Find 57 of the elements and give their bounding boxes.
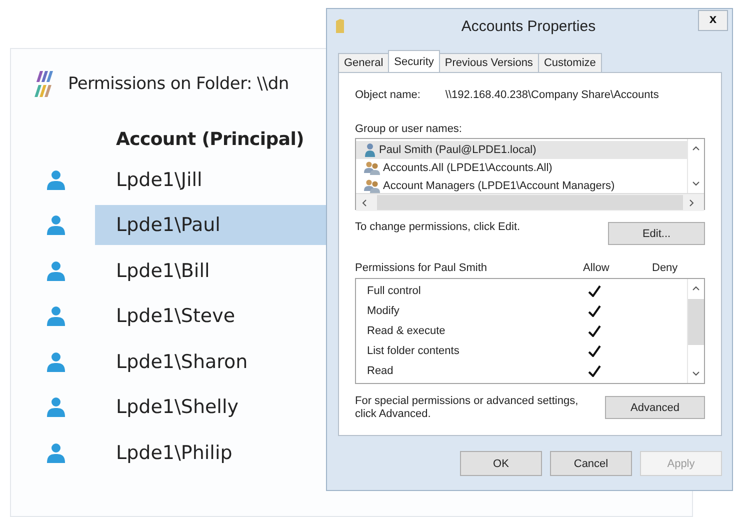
person-icon <box>46 442 66 463</box>
permission-name: Read <box>367 365 394 377</box>
advanced-button[interactable]: Advanced <box>605 396 705 419</box>
group-label: Group or user names: <box>355 123 463 135</box>
person-icon <box>46 306 66 326</box>
edit-button[interactable]: Edit... <box>608 222 705 245</box>
object-name-value: \\192.168.40.238\Company Share\Accounts <box>445 89 659 101</box>
scroll-left-icon[interactable] <box>361 198 367 206</box>
scroll-down-icon[interactable] <box>692 371 700 377</box>
permission-name: Full control <box>367 285 422 297</box>
dialog-button[interactable]: Cancel <box>550 451 632 476</box>
page-title: Permissions on Folder: \\dn <box>68 74 289 94</box>
advanced-hint: For special permissions or advanced settings, click Advanced. <box>355 395 580 421</box>
app-logo-icon <box>32 71 54 97</box>
tab[interactable]: Customize <box>538 53 602 72</box>
user-list-item[interactable]: Paul Smith (Paul@LPDE1.local) <box>356 141 687 159</box>
scroll-down-icon[interactable] <box>692 181 700 187</box>
group-icon <box>364 179 380 193</box>
account-name[interactable]: Lpde1\Philip <box>95 432 326 473</box>
account-name[interactable]: Lpde1\Steve <box>95 296 326 336</box>
account-name[interactable]: Lpde1\Shelly <box>95 387 326 428</box>
user-icon <box>364 143 376 157</box>
scroll-up-icon[interactable] <box>692 285 700 291</box>
person-icon <box>46 352 66 372</box>
deny-header: Deny <box>652 262 678 274</box>
account-name[interactable]: Lpde1\Sharon <box>95 342 326 382</box>
scrollbar-thumb[interactable] <box>377 195 683 210</box>
dialog-title: Accounts Properties <box>460 18 597 34</box>
vertical-scrollbar[interactable] <box>687 279 704 383</box>
object-name-label: Object name: <box>355 89 420 101</box>
account-name[interactable]: Lpde1\Paul <box>95 205 326 246</box>
tab[interactable]: Previous Versions <box>438 53 539 72</box>
group-icon <box>364 161 380 175</box>
user-list-item[interactable]: Account Managers (LPDE1\Account Managers) <box>356 177 687 195</box>
allow-header: Allow <box>583 262 610 274</box>
person-icon <box>46 397 66 418</box>
scroll-right-icon[interactable] <box>689 198 695 206</box>
tab[interactable]: Security <box>388 50 440 72</box>
column-header: Account (Principal) <box>116 129 304 152</box>
permissions-label: Permissions for Paul Smith <box>355 262 488 274</box>
permission-name: List folder contents <box>367 345 460 357</box>
scroll-up-icon[interactable] <box>692 145 700 151</box>
person-icon <box>46 215 66 236</box>
account-name[interactable]: Lpde1\Jill <box>95 160 326 200</box>
account-name[interactable]: Lpde1\Bill <box>95 250 326 291</box>
dialog-button[interactable]: OK <box>460 451 542 476</box>
person-icon <box>46 260 66 281</box>
person-icon <box>46 170 66 190</box>
tab[interactable]: General <box>338 53 390 72</box>
horizontal-scrollbar[interactable] <box>356 193 704 211</box>
permission-name: Modify <box>367 305 400 317</box>
edit-hint: To change permissions, click Edit. <box>355 221 520 233</box>
close-button[interactable]: x <box>698 10 728 30</box>
scrollbar-thumb[interactable] <box>688 299 704 345</box>
folder-icon <box>335 18 345 34</box>
user-list-item[interactable]: Accounts.All (LPDE1\Accounts.All) <box>356 159 687 177</box>
permission-name: Read & execute <box>367 325 446 337</box>
